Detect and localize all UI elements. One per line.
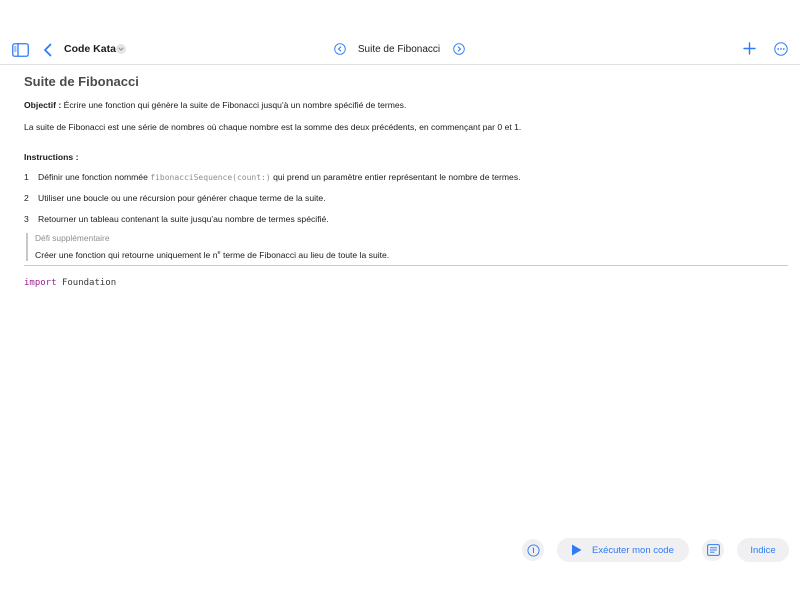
more-options-button[interactable]	[773, 41, 789, 57]
step-number: 2	[24, 193, 29, 203]
step-text-part: qui prend un paramètre entier représenta…	[270, 172, 521, 182]
step-number: 1	[24, 172, 29, 182]
instruction-step: 1 Définir une fonction nommée fibonacciS…	[24, 172, 784, 183]
objective-label: Objectif :	[24, 100, 62, 110]
step-text-part: Définir une fonction nommée	[38, 172, 151, 182]
challenge-text-part: terme de Fibonacci au lieu de toute la s…	[220, 249, 390, 260]
lesson-heading: Suite de Fibonacci	[24, 74, 139, 89]
chevron-down-icon	[118, 47, 124, 51]
sidebar-toggle-button[interactable]	[12, 41, 29, 58]
page-title: Suite de Fibonacci	[357, 44, 441, 55]
add-button[interactable]	[742, 41, 757, 56]
code-module: Foundation	[61, 278, 117, 288]
step-text: Utiliser une boucle ou une récursion pou…	[38, 193, 326, 203]
inline-code: fibonacciSequence(count:)	[150, 173, 271, 182]
next-page-button[interactable]	[453, 43, 465, 55]
instruction-step: 3 Retourner un tableau contenant la suit…	[24, 214, 784, 225]
back-button[interactable]	[40, 41, 54, 58]
play-icon	[571, 544, 583, 556]
description-paragraph: La suite de Fibonacci est une série de n…	[24, 122, 522, 132]
hint-label: Indice	[750, 544, 776, 556]
objective-paragraph: Objectif : Écrire une fonction qui génèr…	[24, 100, 784, 111]
navigation-bar: Code Kata Suite de Fibonacci	[0, 34, 800, 65]
step-text: Définir une fonction nommée fibonacciSeq…	[38, 172, 521, 183]
step-number: 3	[24, 214, 29, 224]
sidebar-icon	[12, 42, 29, 57]
page-next-icon	[453, 43, 465, 55]
challenge-text: Créer une fonction qui retourne uniqueme…	[35, 248, 784, 261]
bottom-toolbar: Exécuter mon code Indice	[0, 538, 800, 562]
info-icon	[526, 543, 540, 557]
instructions-panel: Suite de Fibonacci Objectif : Écrire une…	[24, 74, 784, 261]
code-keyword: import	[24, 278, 57, 288]
objective-text: Écrire une fonction qui génère la suite …	[63, 100, 407, 110]
instructions-title: Instructions :	[24, 152, 79, 162]
hint-button[interactable]: Indice	[737, 538, 789, 562]
run-code-label: Exécuter mon code	[592, 544, 674, 556]
challenge-title: Défi supplémentaire	[35, 233, 110, 243]
project-menu-button[interactable]	[116, 44, 126, 54]
project-title[interactable]: Code Kata	[64, 43, 116, 55]
code-editor[interactable]: import Foundation	[24, 278, 116, 288]
step-info-button[interactable]	[522, 539, 544, 561]
document-icon	[706, 544, 720, 556]
plus-icon	[743, 42, 756, 55]
ellipsis-icon	[774, 42, 788, 56]
page-prev-icon	[334, 43, 346, 55]
documentation-button[interactable]	[702, 539, 724, 561]
run-code-button[interactable]: Exécuter mon code	[557, 538, 689, 562]
chevron-left-icon	[43, 43, 51, 56]
bonus-challenge-callout: Défi supplémentaire Créer une fonction q…	[26, 233, 784, 261]
previous-page-button[interactable]	[334, 43, 346, 55]
step-text: Retourner un tableau contenant la suite …	[38, 214, 329, 224]
instruction-step: 2 Utiliser une boucle ou une récursion p…	[24, 193, 784, 204]
challenge-text-part: Créer une fonction qui retourne uniqueme…	[35, 249, 218, 260]
editor-divider[interactable]	[24, 265, 788, 266]
